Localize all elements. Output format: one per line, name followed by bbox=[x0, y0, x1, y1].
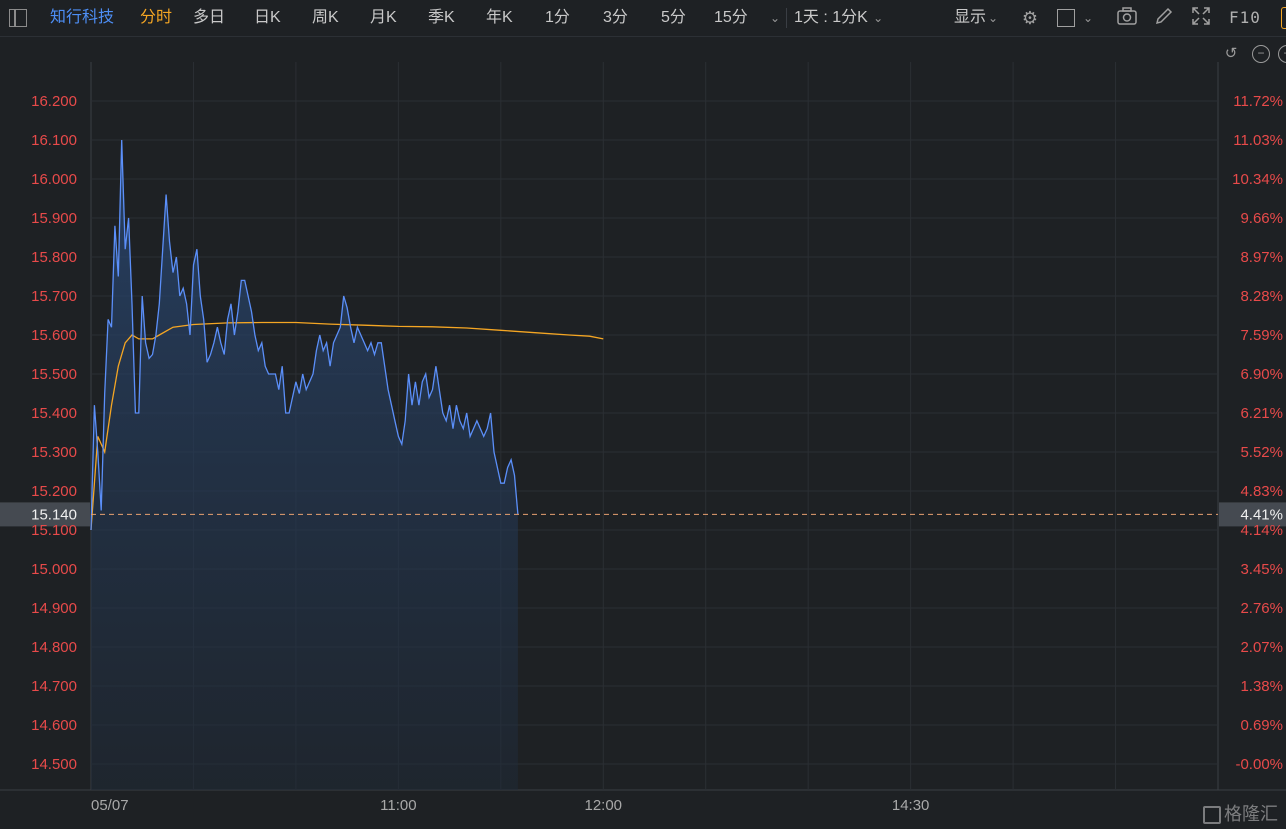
percent-tick-label: 0.69% bbox=[1240, 717, 1283, 734]
price-tick-label: 15.200 bbox=[31, 483, 77, 500]
percent-tick-label: 4.83% bbox=[1240, 483, 1283, 500]
percent-tick-label: 2.76% bbox=[1240, 600, 1283, 617]
percent-tick-label: 8.28% bbox=[1240, 288, 1283, 305]
intraday-chart[interactable]: 15.140 4.41% 16.200 16.100 16.000 15.900 15.8… bbox=[0, 0, 1286, 829]
watermark-text: 格隆汇 bbox=[1224, 804, 1278, 824]
current-price-label: 15.140 bbox=[31, 506, 77, 523]
price-tick-label: 15.300 bbox=[31, 444, 77, 461]
price-tick-label: 16.000 bbox=[31, 171, 77, 188]
price-area bbox=[91, 140, 518, 790]
y-axis-percent: 11.72% 11.03% 10.34% 9.66% 8.97% 8.28% 7.59% 6.… bbox=[1232, 93, 1283, 773]
brand-logo-icon bbox=[1203, 806, 1221, 825]
percent-tick-label: 11.03% bbox=[1233, 132, 1283, 149]
percent-tick-label: 2.07% bbox=[1240, 639, 1283, 656]
time-tick-label: 11:00 bbox=[380, 797, 416, 814]
percent-tick-label: 6.21% bbox=[1240, 405, 1283, 422]
percent-tick-label: -0.00% bbox=[1235, 756, 1283, 773]
watermark-logo: 格隆汇 bbox=[1203, 801, 1278, 827]
price-tick-label: 14.900 bbox=[31, 600, 77, 617]
price-tick-label: 14.700 bbox=[31, 678, 77, 695]
price-tick-label: 16.100 bbox=[31, 132, 77, 149]
percent-tick-label: 11.72% bbox=[1233, 93, 1283, 110]
time-tick-label: 05/07 bbox=[91, 797, 129, 814]
price-tick-label: 15.100 bbox=[31, 522, 77, 539]
percent-tick-label: 6.90% bbox=[1240, 366, 1283, 383]
price-tick-label: 15.900 bbox=[31, 210, 77, 227]
price-tick-label: 15.500 bbox=[31, 366, 77, 383]
price-area-fill bbox=[91, 140, 518, 790]
percent-tick-label: 8.97% bbox=[1240, 249, 1283, 266]
y-axis-price: 16.200 16.100 16.000 15.900 15.800 15.700 15.6… bbox=[31, 93, 77, 773]
time-tick-label: 12:00 bbox=[584, 797, 622, 814]
price-tick-label: 15.600 bbox=[31, 327, 77, 344]
price-tick-label: 15.000 bbox=[31, 561, 77, 578]
percent-tick-label: 5.52% bbox=[1240, 444, 1283, 461]
price-tick-label: 15.400 bbox=[31, 405, 77, 422]
percent-tick-label: 7.59% bbox=[1240, 327, 1283, 344]
current-pct-label: 4.41% bbox=[1240, 506, 1283, 523]
price-tick-label: 14.800 bbox=[31, 639, 77, 656]
price-tick-label: 14.500 bbox=[31, 756, 77, 773]
percent-tick-label: 1.38% bbox=[1240, 678, 1283, 695]
price-tick-label: 16.200 bbox=[31, 93, 77, 110]
price-tick-label: 15.700 bbox=[31, 288, 77, 305]
percent-tick-label: 4.14% bbox=[1240, 522, 1283, 539]
price-tick-label: 15.800 bbox=[31, 249, 77, 266]
time-tick-label: 14:30 bbox=[892, 797, 930, 814]
percent-tick-label: 3.45% bbox=[1240, 561, 1283, 578]
x-axis-time: 05/07 11:00 12:00 14:30 bbox=[91, 797, 929, 814]
percent-tick-label: 9.66% bbox=[1240, 210, 1283, 227]
percent-tick-label: 10.34% bbox=[1232, 171, 1283, 188]
price-tick-label: 14.600 bbox=[31, 717, 77, 734]
